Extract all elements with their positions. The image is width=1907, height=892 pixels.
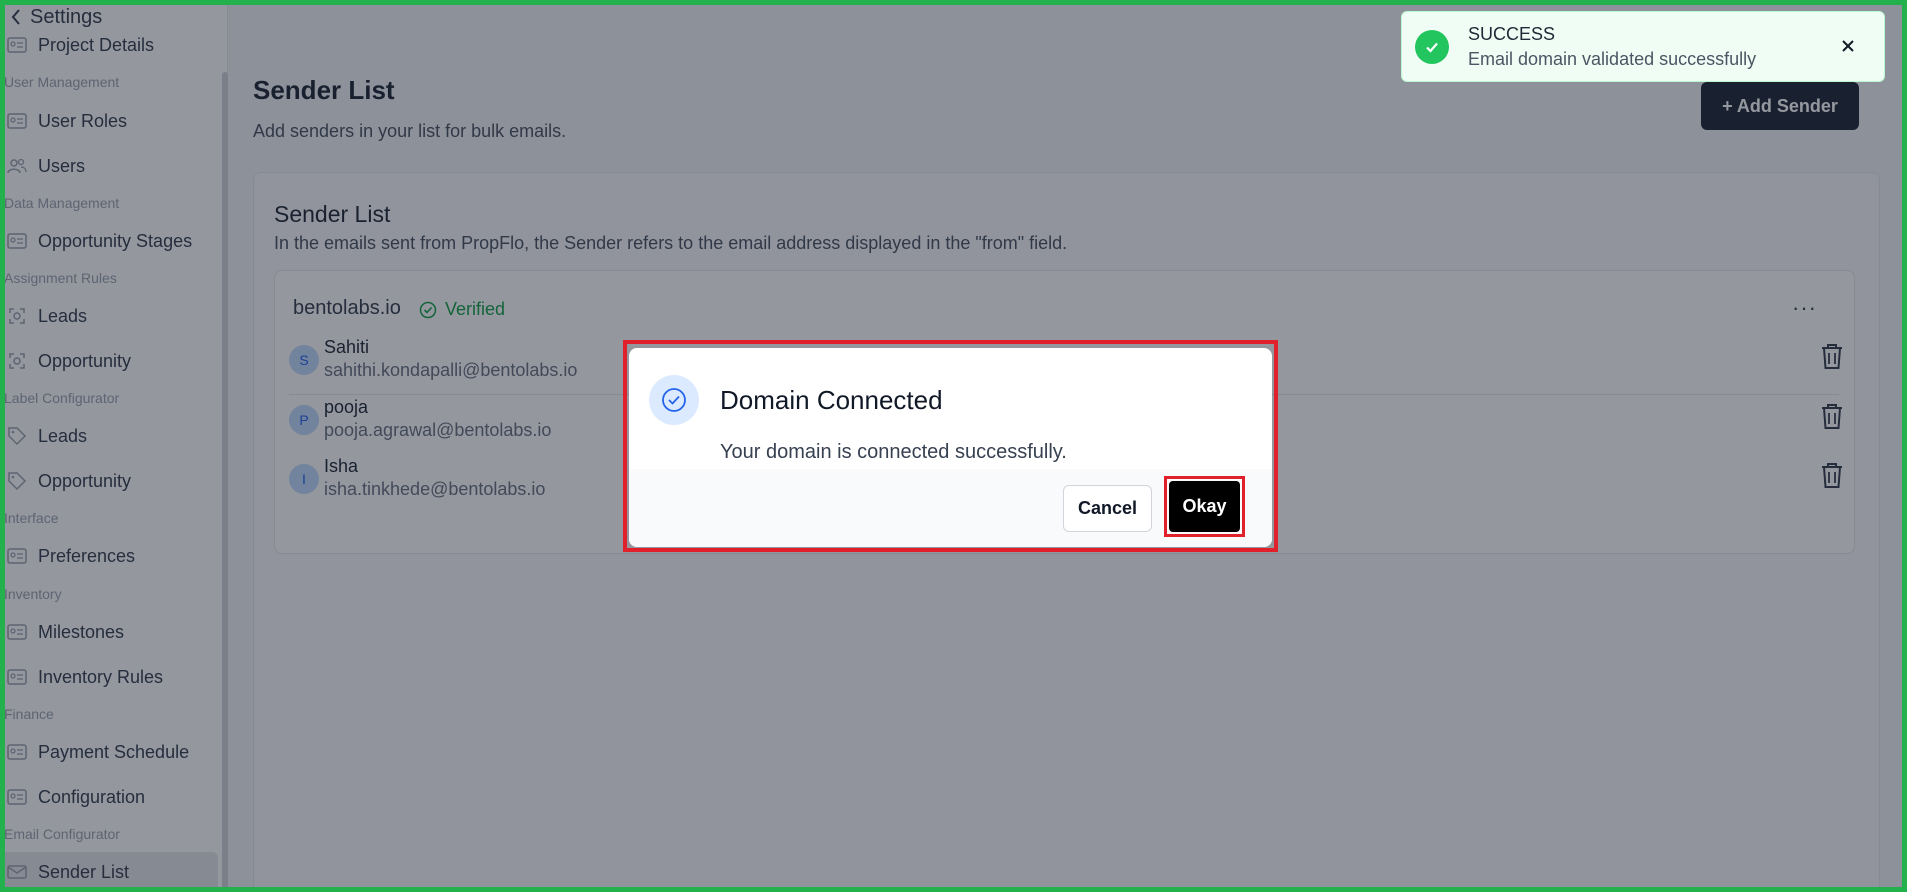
close-icon[interactable] [1834, 32, 1862, 60]
modal-title: Domain Connected [720, 385, 943, 415]
check-icon [1415, 30, 1449, 64]
check-circle-icon [649, 375, 699, 425]
success-toast: SUCCESS Email domain validated successfu… [1401, 11, 1885, 82]
modal-message: Your domain is connected successfully. [720, 441, 1067, 463]
cancel-button[interactable]: Cancel [1063, 485, 1152, 532]
toast-message: Email domain validated successfully [1468, 49, 1757, 69]
toast-title: SUCCESS [1468, 24, 1556, 44]
okay-button[interactable]: Okay [1169, 481, 1240, 532]
app-window: Settings Project Details User Management… [0, 0, 1907, 892]
